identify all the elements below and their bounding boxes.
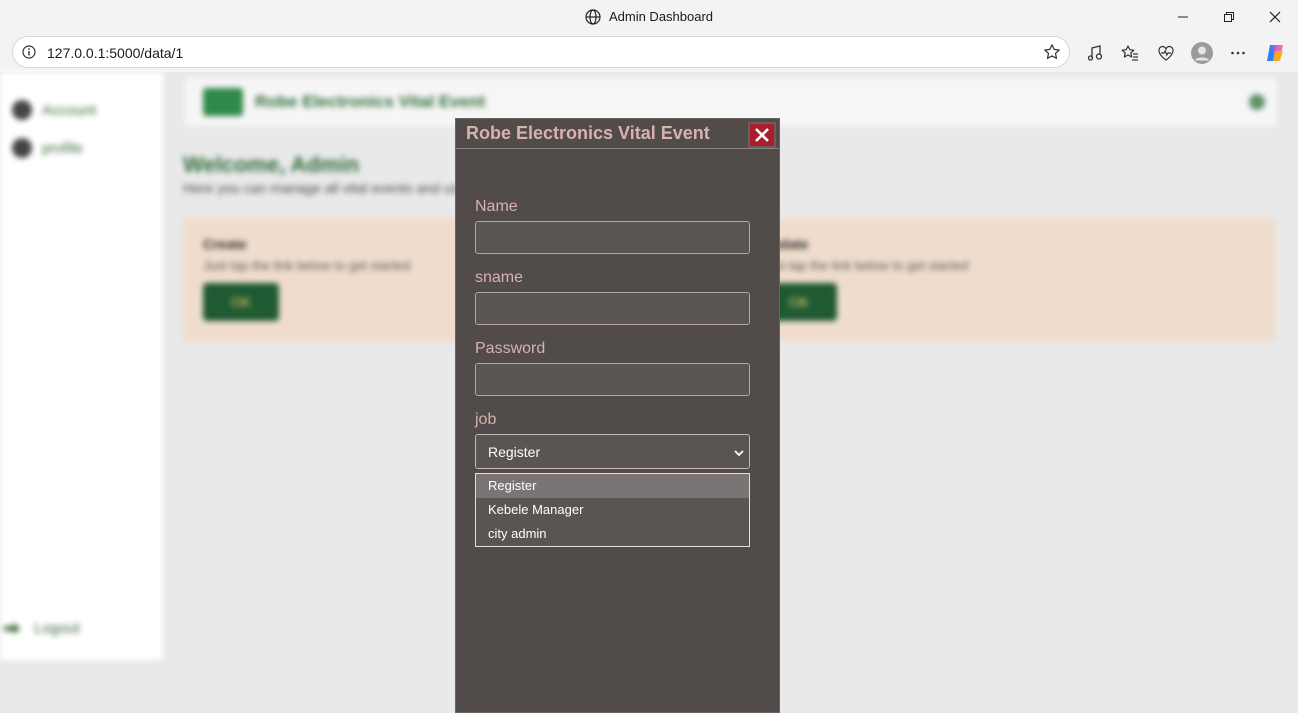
job-select-value: Register — [488, 444, 541, 460]
sidebar-logout[interactable]: Logout — [4, 620, 80, 637]
sname-label: sname — [475, 269, 524, 286]
welcome-title: Welcome, Admin — [183, 152, 360, 177]
browser-toolbar: 127.0.0.1:5000/data/1 — [0, 33, 1298, 72]
welcome-subtitle: Here you can manage all vital events and… — [183, 180, 478, 196]
close-window-button[interactable] — [1252, 0, 1298, 33]
sidebar-item-label: Account — [42, 101, 97, 119]
create-ok-button[interactable]: OK — [203, 283, 279, 321]
chevron-down-icon — [733, 446, 745, 464]
favorites-icon[interactable] — [1118, 41, 1142, 65]
job-label: job — [475, 411, 497, 428]
browser-essentials-icon[interactable] — [1154, 41, 1178, 65]
browser-titlebar: Admin Dashboard — [0, 0, 1298, 33]
update-card: Update Just tap the link below to get st… — [761, 236, 968, 321]
modal-title: Robe Electronics Vital Event — [466, 123, 710, 143]
card-text: Just tap the link below to get started — [761, 258, 969, 273]
password-input[interactable] — [475, 363, 750, 396]
favorite-star-icon[interactable] — [1043, 43, 1061, 66]
sidebar-item-profile[interactable]: profile — [12, 138, 83, 158]
more-options-icon[interactable] — [1226, 41, 1250, 65]
minimize-button[interactable] — [1160, 0, 1206, 33]
sname-input[interactable] — [475, 292, 750, 325]
logo — [203, 88, 243, 116]
card-text: Just tap the link below to get started — [203, 258, 411, 273]
card-title: Create — [203, 236, 247, 252]
card-title: Update — [761, 236, 809, 252]
modal-header: Robe Electronics Vital Event — [456, 119, 779, 149]
sidebar-item-label: profile — [42, 139, 83, 157]
create-card: Create Just tap the link below to get st… — [203, 236, 410, 321]
window-title-area: Admin Dashboard — [0, 9, 1298, 28]
window-title: Admin Dashboard — [608, 9, 714, 24]
logout-label: Logout — [34, 620, 80, 637]
globe-icon — [585, 9, 601, 28]
user-icon — [12, 100, 32, 120]
job-select[interactable]: Register — [475, 434, 750, 469]
profile-avatar-icon[interactable] — [1190, 41, 1214, 65]
copilot-icon[interactable] — [1263, 41, 1287, 65]
address-bar[interactable]: 127.0.0.1:5000/data/1 — [12, 36, 1070, 68]
password-label: Password — [475, 340, 546, 357]
url-text[interactable]: 127.0.0.1:5000/data/1 — [47, 45, 183, 61]
logout-icon — [4, 622, 20, 635]
job-option-register[interactable]: Register — [476, 474, 749, 498]
registration-modal: Robe Electronics Vital Event Name sname … — [455, 118, 780, 713]
site-info-icon[interactable] — [22, 45, 36, 64]
read-aloud-icon[interactable] — [1083, 41, 1107, 65]
job-option-city-admin[interactable]: city admin — [476, 522, 749, 546]
name-label: Name — [475, 198, 518, 215]
job-dropdown-list: Register Kebele Manager city admin — [475, 473, 750, 547]
profile-icon — [12, 138, 32, 158]
name-input[interactable] — [475, 221, 750, 254]
job-option-kebele-manager[interactable]: Kebele Manager — [476, 498, 749, 522]
brand-title: Robe Electronics Vital Event — [255, 92, 486, 111]
close-icon — [755, 128, 769, 142]
restore-button[interactable] — [1206, 0, 1252, 33]
sidebar: Account profile Logout — [0, 72, 163, 660]
settings-icon[interactable] — [1249, 94, 1265, 110]
sidebar-item-account[interactable]: Account — [12, 100, 96, 120]
modal-close-button[interactable] — [748, 122, 776, 148]
